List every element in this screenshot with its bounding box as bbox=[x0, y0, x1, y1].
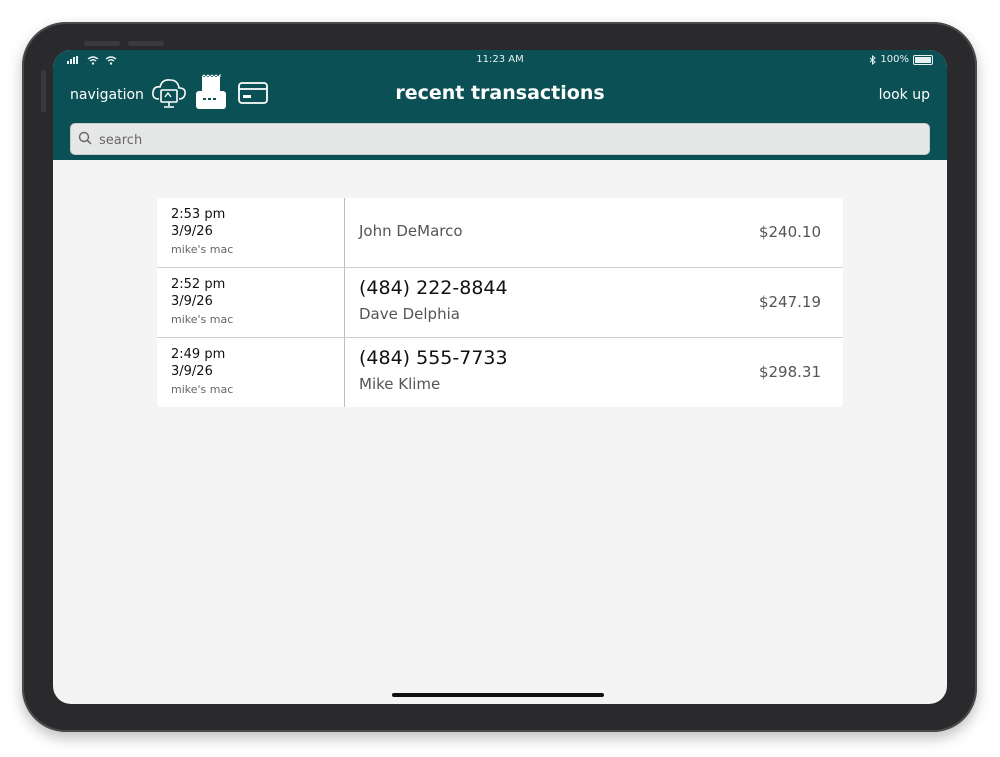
transaction-meta: 2:52 pm 3/9/26 mike's mac bbox=[157, 268, 345, 337]
transaction-row[interactable]: 2:53 pm 3/9/26 mike's mac John DeMarco $… bbox=[157, 198, 843, 268]
transaction-time: 2:52 pm bbox=[171, 277, 226, 292]
transaction-time: 2:53 pm bbox=[171, 207, 226, 222]
transactions-list: 2:53 pm 3/9/26 mike's mac John DeMarco $… bbox=[157, 198, 843, 407]
screen: 11:23 AM 100% navigation recent transact… bbox=[53, 50, 947, 704]
transaction-row[interactable]: 2:49 pm 3/9/26 mike's mac (484) 555-7733… bbox=[157, 338, 843, 407]
customer-name: Mike Klime bbox=[359, 375, 441, 393]
transaction-amount: $298.31 bbox=[758, 363, 821, 381]
transaction-date: 3/9/26 bbox=[171, 364, 213, 379]
status-bar: 11:23 AM 100% bbox=[53, 50, 947, 70]
transaction-device: mike's mac bbox=[171, 383, 234, 396]
customer-name: John DeMarco bbox=[359, 222, 463, 240]
search-icon bbox=[78, 131, 92, 145]
battery-icon bbox=[913, 54, 933, 65]
transaction-amount: $247.19 bbox=[758, 293, 821, 311]
home-indicator[interactable] bbox=[392, 693, 604, 697]
power-button bbox=[41, 70, 46, 112]
bluetooth-icon bbox=[870, 54, 877, 65]
transaction-device: mike's mac bbox=[171, 243, 234, 256]
transaction-time: 2:49 pm bbox=[171, 347, 226, 362]
volume-button bbox=[84, 41, 120, 46]
battery-status: 100% bbox=[869, 54, 933, 65]
status-time: 11:23 AM bbox=[476, 54, 524, 65]
transaction-date: 3/9/26 bbox=[171, 294, 213, 309]
transaction-row[interactable]: 2:52 pm 3/9/26 mike's mac (484) 222-8844… bbox=[157, 268, 843, 338]
customer-phone: (484) 555-7733 bbox=[359, 347, 508, 369]
transaction-meta: 2:53 pm 3/9/26 mike's mac bbox=[157, 198, 345, 267]
transaction-amount: $240.10 bbox=[758, 223, 821, 241]
search-input[interactable] bbox=[97, 124, 921, 156]
look-up-button[interactable]: look up bbox=[879, 87, 930, 103]
customer-name: Dave Delphia bbox=[359, 305, 460, 323]
battery-percent: 100% bbox=[880, 54, 909, 65]
volume-button bbox=[128, 41, 164, 46]
page-title: recent transactions bbox=[395, 82, 605, 104]
transaction-date: 3/9/26 bbox=[171, 224, 213, 239]
transaction-device: mike's mac bbox=[171, 313, 234, 326]
header-bar: 11:23 AM 100% navigation recent transact… bbox=[53, 50, 947, 160]
transaction-meta: 2:49 pm 3/9/26 mike's mac bbox=[157, 338, 345, 407]
search-bar[interactable] bbox=[70, 123, 930, 156]
customer-phone: (484) 222-8844 bbox=[359, 277, 508, 299]
